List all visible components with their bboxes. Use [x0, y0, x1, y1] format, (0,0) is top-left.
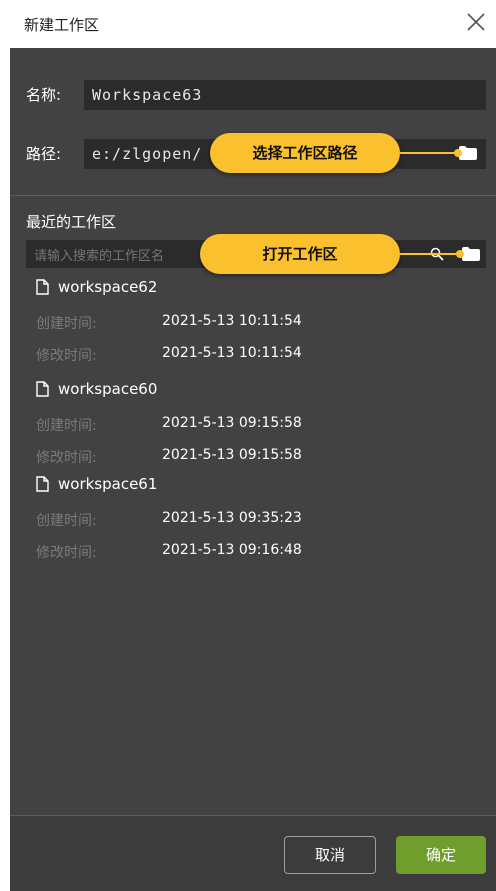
workspace-name[interactable]: workspace60 — [58, 380, 157, 398]
modified-time: 2021-5-13 09:15:58 — [162, 447, 302, 463]
name-label: 名称: — [26, 86, 62, 104]
choose-path-callout: 选择工作区路径 — [210, 133, 400, 173]
modified-label: 修改时间: — [36, 348, 97, 364]
callout-pointer-dot — [454, 149, 462, 157]
title-bar: 新建工作区 — [0, 0, 496, 48]
created-label: 创建时间: — [36, 418, 97, 434]
modified-time: 2021-5-13 10:11:54 — [162, 345, 302, 361]
created-label: 创建时间: — [36, 316, 97, 332]
ok-button[interactable]: 确定 — [396, 836, 486, 874]
cancel-button[interactable]: 取消 — [284, 836, 376, 874]
section-divider — [10, 195, 496, 196]
path-label: 路径: — [26, 145, 62, 163]
modified-label: 修改时间: — [36, 545, 97, 561]
dialog-footer: 取消 确定 — [10, 815, 496, 891]
modified-label: 修改时间: — [36, 450, 97, 466]
close-icon[interactable] — [464, 10, 488, 34]
folder-icon[interactable] — [462, 247, 480, 261]
callout-connector — [400, 253, 460, 255]
open-workspace-callout: 打开工作区 — [200, 234, 400, 274]
callout-pointer-dot — [456, 250, 464, 258]
created-time: 2021-5-13 09:35:23 — [162, 510, 302, 526]
file-icon — [36, 381, 49, 397]
search-placeholder: 请输入搜索的工作区名 — [34, 249, 165, 264]
file-icon — [36, 279, 49, 295]
workspace-name[interactable]: workspace62 — [58, 278, 157, 296]
new-workspace-dialog: 名称: Workspace63 路径: e:/zlgopen/ 最近的工作区 请… — [10, 48, 496, 891]
window-title: 新建工作区 — [24, 16, 100, 34]
created-time: 2021-5-13 09:15:58 — [162, 415, 302, 431]
workspace-name[interactable]: workspace61 — [58, 475, 157, 493]
file-icon — [36, 476, 49, 492]
modified-time: 2021-5-13 09:16:48 — [162, 542, 302, 558]
created-time: 2021-5-13 10:11:54 — [162, 313, 302, 329]
callout-connector — [400, 152, 458, 154]
name-input[interactable]: Workspace63 — [84, 80, 486, 110]
created-label: 创建时间: — [36, 513, 97, 529]
recent-heading: 最近的工作区 — [26, 213, 117, 231]
